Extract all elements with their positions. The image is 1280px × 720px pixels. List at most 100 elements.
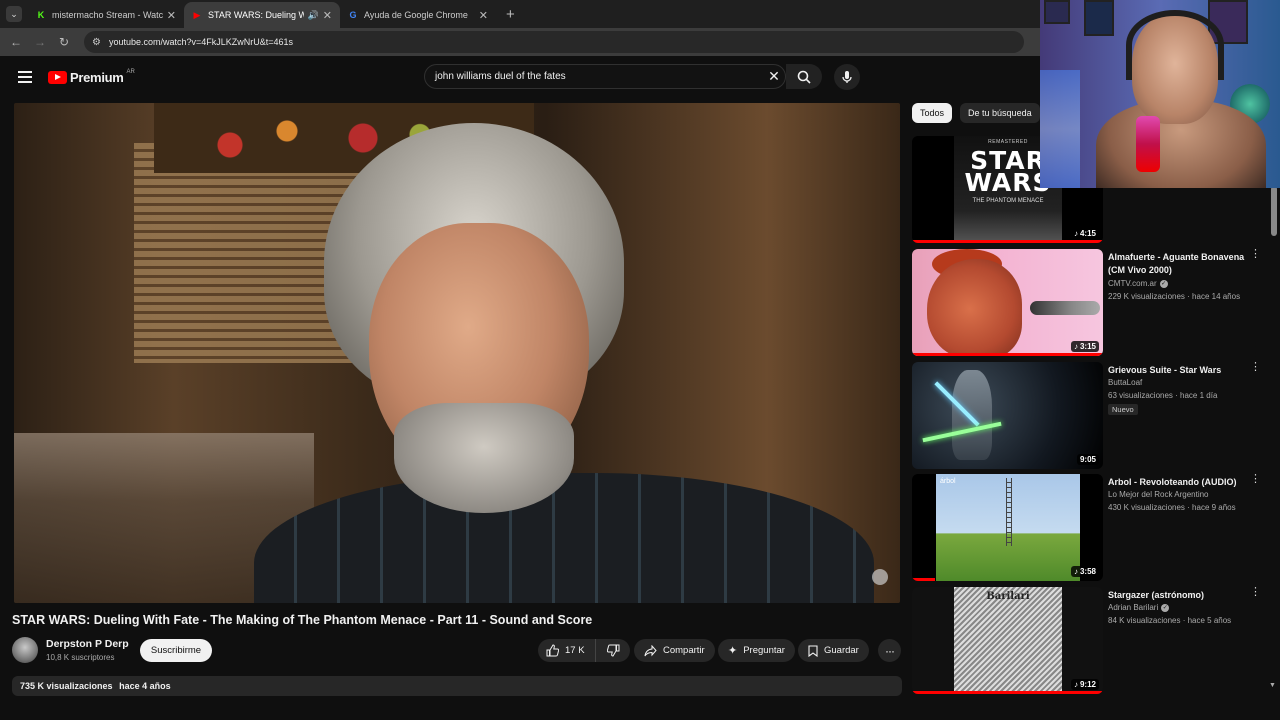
webcam-lamp [1040, 70, 1080, 188]
recommendation-title[interactable]: Almafuerte - Aguante Bonavena (CM Vivo 2… [1108, 251, 1246, 277]
search-input[interactable]: john williams duel of the fates ✕ [424, 64, 786, 89]
recommendation-item[interactable]: árbol ♪ 3:58 Arbol - Revoloteando (AUDIO)… [912, 474, 1262, 582]
back-arrow-icon[interactable]: ← [4, 35, 28, 49]
save-button[interactable]: Guardar [798, 639, 869, 662]
recommendation-item[interactable]: 9:05 Grievous Suite - Star Wars ButtaLoa… [912, 362, 1262, 470]
chip-from-search[interactable]: De tu búsqueda [960, 103, 1040, 123]
channel-text: CMTV.com.ar [1108, 279, 1157, 288]
like-dislike-group: 17 K [538, 639, 630, 662]
google-favicon-icon: G [349, 10, 357, 20]
voice-search-button[interactable] [834, 64, 860, 90]
description-box[interactable]: 735 K visualizaciones hace 4 años [12, 676, 902, 696]
browser-tab-chrome-help[interactable]: G Ayuda de Google Chrome ✕ [340, 2, 496, 28]
ask-label: Preguntar [743, 645, 785, 656]
browser-toolbar: ← → ↻ ⚙ youtube.com/watch?v=4FkJLKZwNrU&… [0, 28, 1040, 56]
search-button[interactable] [786, 64, 822, 89]
music-note-icon: ♪ [1073, 342, 1078, 351]
thumbnail-text: árbol [940, 478, 956, 485]
dislike-button[interactable] [596, 644, 630, 657]
video-player[interactable] [14, 103, 900, 603]
youtube-play-icon [48, 70, 67, 84]
wall-poster [1044, 0, 1070, 24]
more-options-icon[interactable]: ⋮ [1250, 362, 1261, 373]
duration-badge: ♪ 4:15 [1070, 228, 1099, 239]
close-icon[interactable]: ✕ [479, 9, 488, 22]
recommendation-channel[interactable]: ButtaLoaf [1108, 378, 1142, 387]
streamer-webcam-overlay [1040, 0, 1280, 188]
youtube-header: Premium AR john williams duel of the fat… [0, 56, 1040, 98]
sidebar-scrollbar[interactable] [1271, 186, 1277, 236]
video-thumbnail[interactable]: Barilari ♪ 9:12 [912, 587, 1103, 694]
reload-icon[interactable]: ↻ [52, 35, 76, 49]
webcam-cup [1136, 116, 1160, 172]
forward-arrow-icon[interactable]: → [28, 35, 52, 49]
more-options-icon[interactable]: ⋮ [1250, 474, 1261, 485]
browser-tab-strip: ⌄ K mistermacho Stream - Watch Li ✕ ▶ ST… [0, 0, 1040, 28]
ask-button[interactable]: ✦ Preguntar [718, 639, 795, 662]
browser-tab-kick[interactable]: K mistermacho Stream - Watch Li ✕ [28, 2, 184, 28]
speaker-icon[interactable]: 🔊 [308, 10, 319, 21]
verified-check-icon: ✓ [1161, 603, 1170, 612]
chip-all[interactable]: Todos [912, 103, 953, 123]
verified-check-icon: ✓ [1159, 279, 1168, 288]
save-label: Guardar [824, 645, 859, 656]
video-title: STAR WARS: Dueling With Fate - The Makin… [12, 613, 593, 627]
menu-icon[interactable] [18, 71, 32, 83]
close-icon[interactable]: ✕ [167, 9, 176, 22]
browser-tab-youtube[interactable]: ▶ STAR WARS: Dueling With F 🔊 ✕ [184, 2, 340, 28]
share-button[interactable]: Compartir [634, 639, 715, 662]
recommendation-item[interactable]: ♪ 3:15 Almafuerte - Aguante Bonavena (CM … [912, 249, 1262, 357]
duration-badge: 9:05 [1076, 454, 1099, 465]
recommendation-meta: 84 K visualizaciones · hace 5 años [1108, 616, 1232, 625]
kick-favicon-icon: K [37, 10, 45, 20]
tab-title: STAR WARS: Dueling With F [208, 10, 304, 20]
wall-poster [1084, 0, 1114, 36]
tab-title: Ayuda de Google Chrome [364, 10, 468, 20]
subscribe-button[interactable]: Suscribirme [140, 639, 212, 662]
video-thumbnail[interactable]: árbol ♪ 3:58 [912, 474, 1103, 581]
thumbs-up-icon [546, 644, 559, 657]
watch-progress-bar [912, 578, 935, 581]
more-actions-icon[interactable]: ··· [878, 639, 901, 662]
share-icon [644, 644, 657, 656]
close-icon[interactable]: ✕ [323, 9, 332, 22]
music-note-icon: ♪ [1073, 567, 1078, 576]
recommendation-meta: 229 K visualizaciones · hace 14 años [1108, 292, 1241, 301]
recommendation-item[interactable]: Barilari ♪ 9:12 Stargazer (astrónomo) Adr… [912, 587, 1262, 695]
scroll-down-arrow-icon[interactable]: ▼ [1269, 682, 1276, 689]
duration-text: 3:15 [1079, 342, 1096, 351]
youtube-favicon-icon: ▶ [193, 9, 201, 20]
video-thumbnail[interactable]: 9:05 [912, 362, 1103, 469]
microphone-icon [842, 71, 852, 83]
channel-watermark-icon[interactable] [872, 569, 888, 585]
more-options-icon[interactable]: ⋮ [1250, 587, 1261, 598]
tab-search-button[interactable]: ⌄ [0, 0, 28, 28]
recommendation-title[interactable]: Arbol - Revoloteando (AUDIO) [1108, 476, 1246, 489]
channel-text: Adrian Barilari [1108, 603, 1159, 612]
thumbnail-text: THE PHANTOM MENACE [972, 198, 1044, 204]
recommendation-title[interactable]: Stargazer (astrónomo) [1108, 589, 1246, 602]
new-badge: Nuevo [1108, 404, 1138, 415]
new-tab-plus-icon[interactable]: + [506, 6, 515, 23]
thumbnail-text: Barilari [986, 591, 1030, 602]
recommendation-title[interactable]: Grievous Suite - Star Wars [1108, 364, 1246, 377]
video-thumbnail[interactable]: ♪ 3:15 [912, 249, 1103, 356]
like-count: 17 K [565, 645, 585, 656]
youtube-premium-logo[interactable]: Premium AR [48, 69, 135, 85]
watch-progress-bar [912, 353, 1103, 356]
recommendation-channel[interactable]: Lo Mejor del Rock Argentino [1108, 490, 1209, 499]
thumbnail-art: Barilari [954, 587, 1062, 694]
bookmark-icon [808, 644, 818, 657]
channel-name[interactable]: Derpston P Derp [46, 638, 129, 650]
video-actions-row: Derpston P Derp 10,8 K suscriptores Susc… [12, 636, 902, 664]
recommendation-channel[interactable]: CMTV.com.ar ✓ [1108, 279, 1168, 288]
thumbnail-art [1030, 301, 1100, 315]
recommendation-channel[interactable]: Adrian Barilari ✓ [1108, 603, 1170, 612]
more-options-icon[interactable]: ⋮ [1250, 249, 1261, 260]
like-button[interactable]: 17 K [538, 639, 596, 662]
site-info-icon[interactable]: ⚙ [92, 37, 101, 48]
clear-search-icon[interactable]: ✕ [763, 68, 785, 85]
filter-chips: Todos De tu búsqueda [912, 103, 1040, 123]
address-bar[interactable]: ⚙ youtube.com/watch?v=4FkJLKZwNrU&t=461s [84, 31, 1024, 53]
channel-avatar[interactable] [12, 637, 38, 663]
